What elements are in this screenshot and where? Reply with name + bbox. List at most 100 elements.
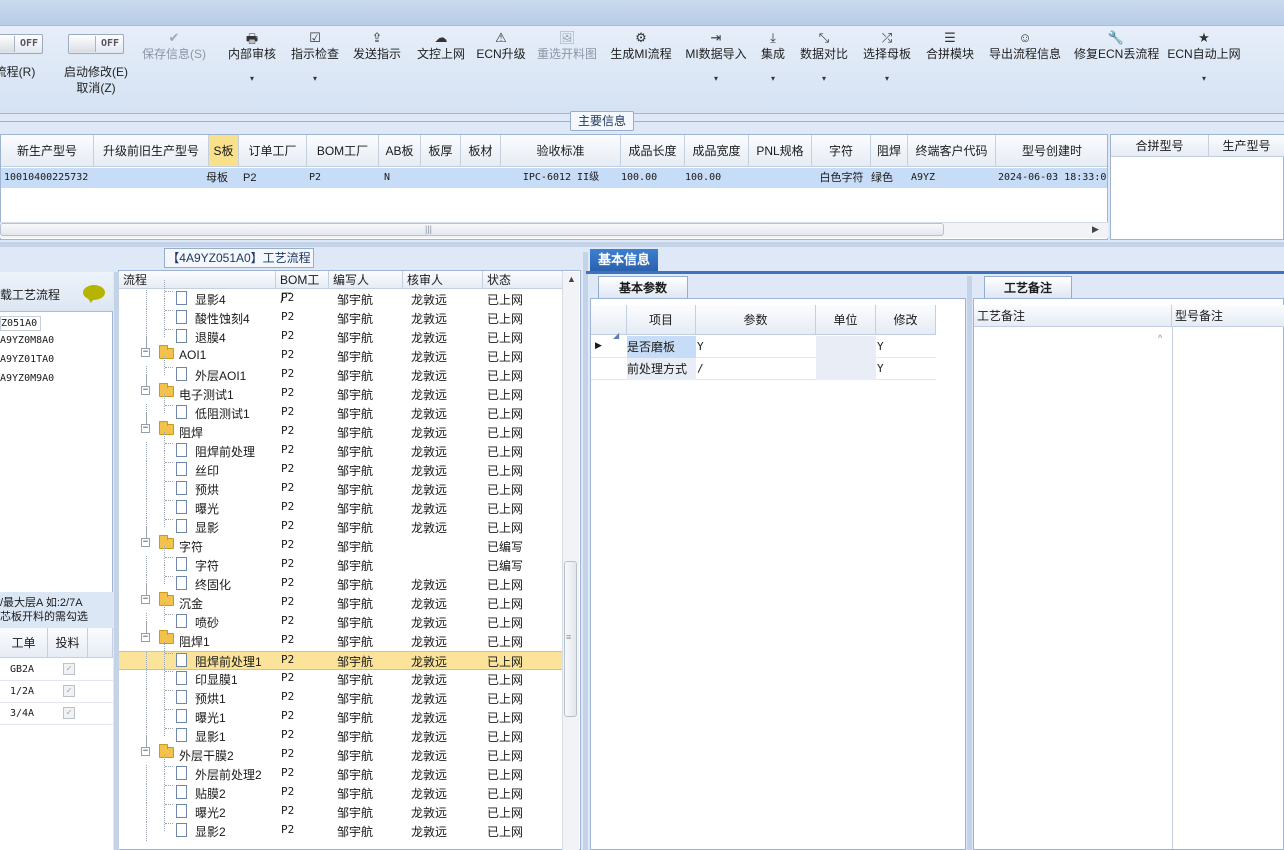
main-col-header[interactable]: 订单工厂 — [239, 135, 307, 167]
col-header-reviewer[interactable]: 核审人 — [403, 271, 483, 289]
feed-checkbox[interactable]: ✓ — [63, 685, 75, 697]
collapse-icon[interactable]: − — [141, 538, 150, 547]
col-header-writer[interactable]: 编写人 — [329, 271, 403, 289]
ribbon-button[interactable]: 🖼 重选开料图 — [532, 26, 602, 114]
ribbon-button[interactable]: ☁ 文控上网 — [412, 26, 470, 114]
merge-col-header[interactable]: 生产型号 — [1209, 135, 1284, 157]
toggle-flow[interactable]: OFF 流程(R) — [0, 34, 50, 80]
col-header-item[interactable]: 项目 — [627, 305, 696, 335]
col-header-flow[interactable]: 流程 — [119, 271, 276, 289]
table-cell[interactable] — [98, 168, 213, 188]
tree-row[interactable]: − 字符 P2 邹宇航 已编写 — [119, 527, 563, 556]
tree-row[interactable]: 外层前处理2 P2 邹宇航 龙敦远 已上网 — [119, 755, 563, 784]
ribbon-button[interactable]: ⚙ 生成MI流程 — [605, 26, 677, 114]
ribbon-button[interactable]: ⤡ 数据对比 ▾ — [795, 26, 853, 114]
ribbon-button[interactable]: ⤓ 集成 ▾ — [753, 26, 793, 114]
tree-row[interactable]: 预烘 P2 邹宇航 龙敦远 已上网 — [119, 470, 563, 499]
main-col-header[interactable]: 成品长度 — [621, 135, 685, 167]
param-row[interactable]: 前处理方式 / Y — [591, 358, 936, 380]
main-col-header[interactable]: 阻焊 — [871, 135, 908, 167]
scroll-up-icon[interactable]: ▲ — [567, 274, 576, 284]
col-header-bom[interactable]: BOM工厂 — [276, 271, 329, 305]
table-cell[interactable] — [465, 168, 505, 188]
param-row[interactable]: ▶ 是否磨板 Y Y — [591, 336, 936, 358]
ribbon-button[interactable]: ⚠ ECN升级 — [475, 26, 527, 114]
vertical-scroll-thumb[interactable]: ≡ — [564, 561, 577, 717]
table-row[interactable]: GB2A ✓ — [0, 659, 113, 681]
table-row[interactable]: 1/2A ✓ — [0, 681, 113, 703]
main-col-header[interactable]: 升级前旧生产型号 — [94, 135, 209, 167]
tree-row[interactable]: 终固化 P2 邹宇航 龙敦远 已上网 — [119, 565, 563, 594]
collapse-icon[interactable]: − — [141, 747, 150, 756]
tree-row[interactable]: 阻焊前处理 P2 邹宇航 龙敦远 已上网 — [119, 432, 563, 461]
comment-icon[interactable] — [83, 285, 105, 303]
tree-row[interactable]: 退膜4 P2 邹宇航 龙敦远 已上网 — [119, 318, 563, 347]
collapse-icon[interactable]: − — [141, 424, 150, 433]
tree-row[interactable]: 显影4 P2 邹宇航 龙敦远 已上网 — [119, 280, 563, 309]
tree-row[interactable]: − AOI1 P2 邹宇航 龙敦远 已上网 — [119, 337, 563, 366]
feed-checkbox[interactable]: ✓ — [63, 707, 75, 719]
chevron-down-icon[interactable]: ▾ — [680, 74, 752, 83]
main-col-header[interactable]: AB板 — [379, 135, 421, 167]
chevron-down-icon[interactable]: ▾ — [223, 74, 281, 83]
tree-row[interactable]: 低阻测试1 P2 邹宇航 龙敦远 已上网 — [119, 394, 563, 423]
col-header-param[interactable]: 参数 — [696, 305, 816, 335]
tree-row[interactable]: − 外层干膜2 P2 邹宇航 龙敦远 已上网 — [119, 736, 563, 765]
tree-row[interactable]: 阻焊前处理1 P2 邹宇航 龙敦远 已上网 — [119, 642, 563, 671]
tree-row[interactable]: 显影1 P2 邹宇航 龙敦远 已上网 — [119, 717, 563, 746]
main-col-header[interactable]: 新生产型号 — [1, 135, 94, 167]
list-item[interactable]: A9YZ01TA0 — [0, 354, 54, 365]
tree-row[interactable]: 外层AOI1 P2 邹宇航 龙敦远 已上网 — [119, 356, 563, 385]
main-col-header[interactable]: 成品宽度 — [685, 135, 749, 167]
ribbon-button[interactable]: ⇥ MI数据导入 ▾ — [680, 26, 752, 114]
tree-row[interactable]: 贴膜2 P2 邹宇航 龙敦远 已上网 — [119, 774, 563, 803]
ribbon-button[interactable]: ✔ 保存信息(S) — [136, 26, 212, 114]
param-item-cell[interactable]: 是否磨板 — [627, 336, 696, 358]
collapse-icon[interactable]: − — [141, 348, 150, 357]
collapse-icon[interactable]: − — [141, 595, 150, 604]
table-cell[interactable]: 2024-06-03 18:33:08 — [998, 168, 1107, 188]
splitter-right[interactable] — [967, 276, 972, 850]
flow-tab[interactable]: 【4A9YZ051A0】工艺流程 — [164, 248, 314, 268]
table-cell[interactable]: P2 — [243, 168, 311, 188]
tab-process-remark[interactable]: 工艺备注 — [984, 276, 1072, 298]
param-item-cell[interactable]: 前处理方式 — [627, 358, 696, 380]
scroll-right-icon[interactable]: ▶ — [1092, 224, 1099, 235]
table-cell[interactable]: 母板 — [206, 168, 236, 188]
ribbon-button[interactable]: ☰ 合拼模块 — [921, 26, 979, 114]
main-col-header[interactable]: BOM工厂 — [307, 135, 379, 167]
chevron-down-icon[interactable]: ▾ — [1167, 74, 1241, 83]
ribbon-button[interactable]: 🔧 修复ECN丢流程 — [1074, 26, 1159, 114]
feed-checkbox[interactable]: ✓ — [63, 663, 75, 675]
tree-row[interactable]: 曝光 P2 邹宇航 龙敦远 已上网 — [119, 489, 563, 518]
col-header-feed[interactable]: 投料 — [48, 628, 88, 658]
col-header-unit[interactable]: 单位 — [816, 305, 876, 335]
main-col-header[interactable]: 字符 — [812, 135, 871, 167]
scroll-up-icon[interactable]: ^ — [1158, 333, 1162, 343]
chevron-down-icon[interactable]: ▾ — [858, 74, 916, 83]
list-item[interactable]: Z051A0 — [0, 316, 42, 331]
chevron-down-icon[interactable]: ▾ — [753, 74, 793, 83]
col-header-workorder[interactable]: 工单 — [0, 628, 48, 658]
tree-row[interactable]: 印显膜1 P2 邹宇航 龙敦远 已上网 — [119, 660, 563, 689]
table-cell[interactable] — [753, 168, 816, 188]
main-col-header[interactable]: 板厚 — [421, 135, 461, 167]
tree-row[interactable]: − 电子测试1 P2 邹宇航 龙敦远 已上网 — [119, 375, 563, 404]
ribbon-button[interactable]: ⇪ 发送指示 — [348, 26, 406, 114]
tree-row[interactable]: − 阻焊 P2 邹宇航 龙敦远 已上网 — [119, 413, 563, 442]
main-col-header[interactable]: 型号创建时 — [996, 135, 1107, 167]
param-value-cell[interactable]: / — [697, 358, 815, 380]
col-header-process-remark[interactable]: 工艺备注 — [974, 305, 1172, 327]
tree-row[interactable]: 曝光2 P2 邹宇航 龙敦远 已上网 — [119, 793, 563, 822]
col-header-modify[interactable]: 修改 — [876, 305, 936, 335]
ribbon-button[interactable]: ☺ 导出流程信息 — [985, 26, 1065, 114]
table-cell[interactable]: 10010400225732 — [4, 168, 97, 188]
toggle-start-modify[interactable]: OFF 启动修改(E) 取消(Z) — [60, 34, 132, 96]
merge-col-header[interactable]: 合拼型号 — [1111, 135, 1209, 157]
tree-row[interactable]: − 沉金 P2 邹宇航 龙敦远 已上网 — [119, 584, 563, 613]
ribbon-button[interactable]: ⤮ 选择母板 ▾ — [858, 26, 916, 114]
main-col-header[interactable]: 验收标准 — [501, 135, 621, 167]
tree-row[interactable]: 丝印 P2 邹宇航 龙敦远 已上网 — [119, 451, 563, 480]
ribbon-button[interactable]: 🖶 内部审核 ▾ — [223, 26, 281, 114]
table-cell[interactable]: P2 — [309, 168, 381, 188]
